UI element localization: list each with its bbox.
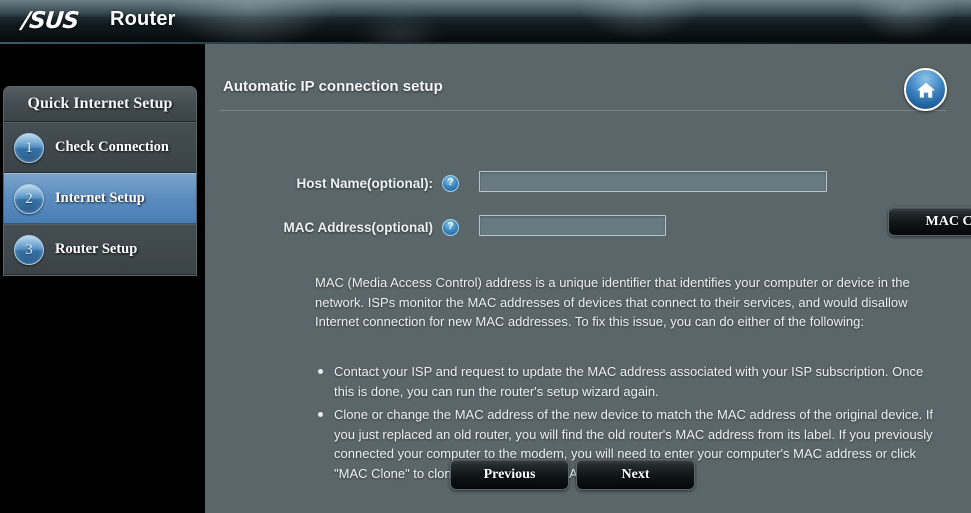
mac-address-label: MAC Address(optional) bbox=[283, 219, 434, 235]
quick-internet-setup-panel: Quick Internet Setup 1 Check Connection … bbox=[3, 86, 197, 276]
mac-description-text: MAC (Media Access Control) address is a … bbox=[315, 275, 910, 329]
mac-address-input[interactable] bbox=[479, 215, 666, 236]
step-number-badge: 1 bbox=[14, 132, 44, 163]
next-button[interactable]: Next bbox=[576, 459, 695, 490]
sidebar: Quick Internet Setup 1 Check Connection … bbox=[0, 44, 205, 513]
sidebar-item-label: Router Setup bbox=[55, 241, 138, 257]
sidebar-item-internet-setup[interactable]: 2 Internet Setup bbox=[4, 173, 196, 224]
mac-clone-button[interactable]: MAC Clone bbox=[888, 207, 971, 236]
previous-button[interactable]: Previous bbox=[450, 459, 569, 490]
asus-logo: /SUS bbox=[20, 8, 80, 34]
sidebar-item-check-connection[interactable]: 1 Check Connection bbox=[4, 122, 196, 173]
host-name-field-row: Host Name(optional): ? bbox=[277, 171, 459, 195]
app-title: Router bbox=[110, 8, 176, 30]
sidebar-item-label: Internet Setup bbox=[55, 190, 145, 206]
sidebar-panel-title: Quick Internet Setup bbox=[4, 87, 196, 122]
step-number-badge: 3 bbox=[14, 234, 44, 265]
app-banner: /SUS Router bbox=[0, 0, 971, 44]
active-step-arrow-icon bbox=[196, 186, 197, 210]
content-panel: Automatic IP connection setup Host Name(… bbox=[205, 44, 971, 513]
help-icon[interactable]: ? bbox=[442, 218, 459, 236]
host-name-label: Host Name(optional): bbox=[296, 175, 434, 191]
sidebar-item-router-setup[interactable]: 3 Router Setup bbox=[4, 224, 196, 275]
mac-address-field-row: MAC Address(optional) ? bbox=[277, 215, 459, 239]
help-icon[interactable]: ? bbox=[442, 174, 459, 192]
list-item: Contact your ISP and request to update t… bbox=[315, 362, 940, 401]
form-area: Host Name(optional): ? MAC Address(optio… bbox=[205, 44, 971, 513]
router-setup-window: /SUS Router Quick Internet Setup 1 Check… bbox=[0, 0, 971, 513]
step-number-badge: 2 bbox=[14, 183, 44, 214]
sidebar-item-label: Check Connection bbox=[55, 139, 169, 155]
host-name-input[interactable] bbox=[479, 171, 827, 192]
